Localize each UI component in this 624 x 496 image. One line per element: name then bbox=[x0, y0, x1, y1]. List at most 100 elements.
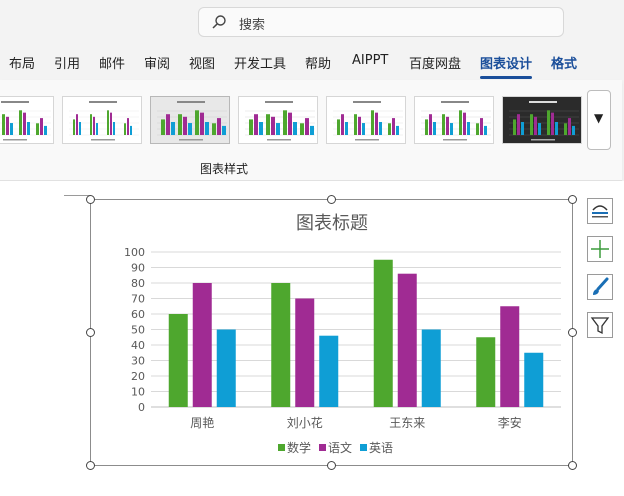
resize-handle-w[interactable] bbox=[86, 328, 95, 337]
legend-label[interactable]: 数学 bbox=[287, 440, 311, 455]
legend-label[interactable]: 语文 bbox=[328, 440, 352, 455]
chart-style-thumb-5[interactable] bbox=[326, 96, 406, 144]
thumb-bar bbox=[442, 114, 445, 135]
thumb-bar bbox=[113, 122, 115, 135]
resize-handle-n[interactable] bbox=[327, 195, 336, 204]
bar-英语-王东来[interactable] bbox=[421, 329, 441, 408]
bar-语文-周艳[interactable] bbox=[192, 283, 212, 407]
bar-数学-刘小花[interactable] bbox=[271, 283, 291, 407]
legend-swatch bbox=[360, 444, 367, 451]
tab-chart-design[interactable]: 图表设计 bbox=[480, 53, 533, 79]
bar-英语-刘小花[interactable] bbox=[319, 335, 339, 407]
y-tick-label: 60 bbox=[131, 308, 145, 321]
bar-数学-周艳[interactable] bbox=[168, 314, 188, 407]
y-tick-label: 90 bbox=[131, 262, 145, 275]
tab-baidu-netdisk[interactable]: 百度网盘 bbox=[409, 53, 461, 72]
chart-style-thumb-2[interactable] bbox=[62, 96, 142, 144]
thumb-title-line bbox=[441, 101, 469, 103]
thumb-bar bbox=[188, 123, 192, 135]
resize-handle-sw[interactable] bbox=[86, 461, 95, 470]
thumb-bar bbox=[358, 116, 361, 135]
thumb-bar bbox=[266, 114, 270, 135]
thumb-bar bbox=[271, 116, 275, 135]
chart-area[interactable]: 图表标题 0 10 20 30 40 50 60 70 80 90 100 周艳 刘小花 王东来 李安 数学 语文… bbox=[90, 199, 573, 466]
resize-handle-nw[interactable] bbox=[86, 195, 95, 204]
chart-style-thumb-4[interactable] bbox=[238, 96, 318, 144]
thumb-bar bbox=[480, 118, 483, 135]
thumb-bar bbox=[283, 110, 287, 135]
chart-elements-button[interactable] bbox=[587, 198, 613, 224]
thumb-legend-line bbox=[267, 139, 291, 141]
x-tick-label: 刘小花 bbox=[287, 415, 323, 430]
tab-mailings[interactable]: 邮件 bbox=[99, 53, 125, 72]
tab-review[interactable]: 审阅 bbox=[144, 53, 170, 72]
thumb-bar bbox=[345, 122, 348, 135]
thumb-bar bbox=[79, 122, 81, 135]
thumb-bar bbox=[76, 114, 78, 135]
chart-style-thumb-6[interactable] bbox=[414, 96, 494, 144]
thumb-bar bbox=[27, 122, 30, 135]
bar-语文-刘小花[interactable] bbox=[295, 298, 315, 408]
legend-label[interactable]: 英语 bbox=[369, 441, 393, 455]
bar-语文-李安[interactable] bbox=[500, 306, 520, 407]
thumb-bar bbox=[127, 118, 129, 135]
thumb-bar bbox=[484, 125, 487, 135]
chart-styles-more-button[interactable]: ▼ bbox=[587, 90, 611, 150]
chart-style-thumb-3[interactable] bbox=[150, 96, 230, 144]
thumb-bar bbox=[178, 114, 182, 135]
thumb-bar bbox=[517, 114, 520, 135]
thumb-bar bbox=[293, 122, 297, 135]
thumb-bar bbox=[73, 119, 75, 135]
thumb-bar bbox=[6, 116, 9, 135]
legend-swatch bbox=[278, 444, 285, 451]
resize-handle-e[interactable] bbox=[568, 328, 577, 337]
thumb-bar bbox=[362, 123, 365, 135]
thumb-bar bbox=[305, 118, 309, 135]
tab-developer[interactable]: 开发工具 bbox=[234, 53, 286, 72]
chart-style-thumb-7[interactable] bbox=[502, 96, 582, 144]
tab-references[interactable]: 引用 bbox=[54, 53, 80, 72]
search-icon bbox=[212, 15, 226, 29]
chart-elements-icon bbox=[592, 205, 608, 218]
chart-styles-button[interactable] bbox=[587, 274, 613, 300]
thumb-bar bbox=[107, 110, 109, 135]
tab-layout[interactable]: 布局 bbox=[9, 53, 35, 72]
chart-filter-button[interactable] bbox=[587, 312, 613, 338]
thumb-bar bbox=[195, 110, 199, 135]
thumb-bar bbox=[513, 119, 516, 135]
thumb-bar bbox=[96, 123, 98, 135]
bar-数学-王东来[interactable] bbox=[373, 259, 393, 407]
search-box[interactable]: 搜索 bbox=[198, 7, 564, 37]
y-tick-label: 0 bbox=[138, 401, 145, 414]
thumb-title-line bbox=[1, 101, 29, 103]
thumb-bar bbox=[249, 119, 253, 135]
tab-view[interactable]: 视图 bbox=[189, 53, 215, 72]
thumb-bar bbox=[568, 118, 571, 135]
thumb-bar bbox=[161, 119, 165, 135]
thumb-bar bbox=[463, 112, 466, 135]
thumb-bar bbox=[23, 112, 26, 135]
tab-format[interactable]: 格式 bbox=[551, 53, 577, 72]
bar-英语-李安[interactable] bbox=[524, 352, 544, 407]
x-tick-label: 王东来 bbox=[389, 416, 425, 430]
resize-handle-se[interactable] bbox=[568, 461, 577, 470]
thumb-bar bbox=[259, 122, 263, 135]
thumb-bar bbox=[90, 114, 92, 135]
ribbon-group-label: 图表样式 bbox=[200, 162, 249, 176]
chart-style-thumb-1[interactable] bbox=[0, 96, 54, 144]
add-chart-element-button[interactable] bbox=[587, 236, 613, 262]
thumb-bar bbox=[93, 116, 95, 135]
chevron-down-icon: ▼ bbox=[594, 111, 604, 125]
tab-aippt[interactable]: AIPPT bbox=[352, 53, 388, 68]
thumb-legend-line bbox=[179, 139, 203, 141]
resize-handle-ne[interactable] bbox=[568, 195, 577, 204]
y-tick-label: 30 bbox=[131, 355, 145, 368]
thumb-bar bbox=[450, 123, 453, 135]
bar-英语-周艳[interactable] bbox=[216, 329, 236, 408]
thumb-bar bbox=[459, 110, 462, 135]
bar-数学-李安[interactable] bbox=[476, 337, 496, 407]
resize-handle-s[interactable] bbox=[327, 461, 336, 470]
bar-语文-王东来[interactable] bbox=[397, 273, 417, 407]
thumb-bar bbox=[110, 112, 112, 135]
tab-help[interactable]: 帮助 bbox=[305, 53, 331, 72]
